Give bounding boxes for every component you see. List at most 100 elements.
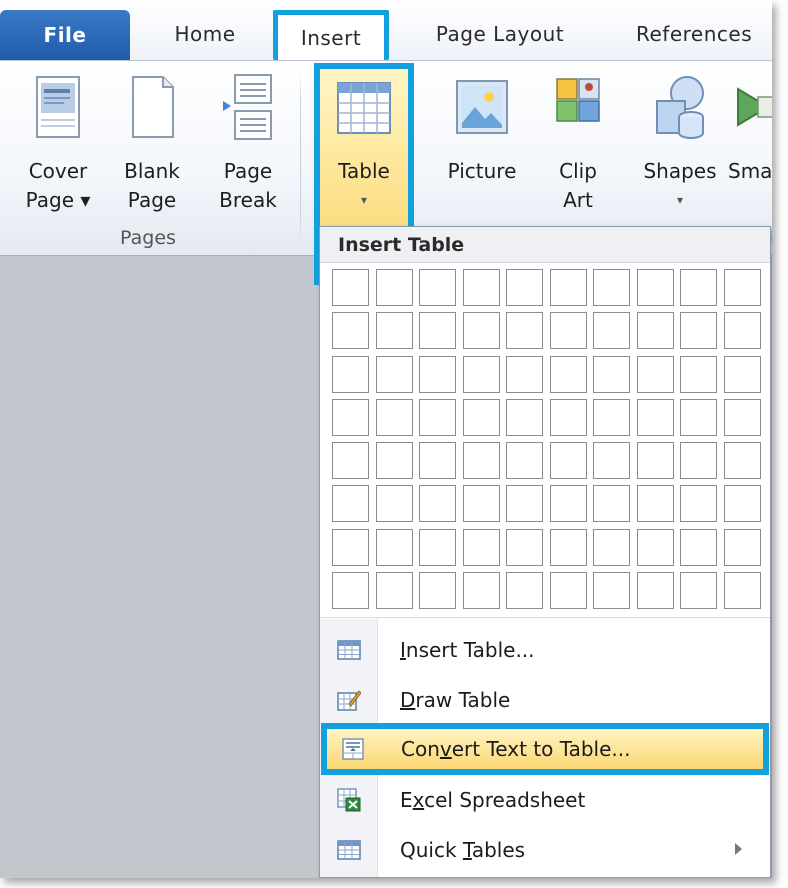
table-grid-cell[interactable] bbox=[462, 485, 500, 523]
table-grid-cell[interactable] bbox=[636, 528, 674, 566]
table-grid-cell[interactable] bbox=[723, 485, 761, 523]
menu-item-draw-table[interactable]: Draw Table bbox=[320, 675, 770, 725]
table-grid-cell[interactable] bbox=[375, 485, 413, 523]
table-grid-cell[interactable] bbox=[723, 442, 761, 480]
table-grid-cell[interactable] bbox=[375, 528, 413, 566]
table-grid-cell[interactable] bbox=[462, 398, 500, 436]
shapes-button[interactable]: Shapes ▾ bbox=[626, 73, 734, 215]
table-grid-cell[interactable] bbox=[593, 485, 630, 523]
table-grid-cell[interactable] bbox=[332, 269, 369, 306]
table-grid-cell[interactable] bbox=[332, 442, 369, 480]
table-grid-cell[interactable] bbox=[680, 398, 717, 436]
table-grid-cell[interactable] bbox=[723, 269, 761, 306]
tab-file[interactable]: File bbox=[0, 10, 130, 60]
table-grid-cell[interactable] bbox=[593, 528, 630, 566]
table-grid-cell[interactable] bbox=[462, 269, 500, 306]
table-grid-cell[interactable] bbox=[549, 312, 587, 350]
table-grid-cell[interactable] bbox=[506, 485, 543, 523]
table-grid-cell[interactable] bbox=[636, 442, 674, 480]
page-break-button[interactable]: Page Break bbox=[206, 73, 290, 215]
tab-page-layout[interactable]: Page Layout bbox=[410, 8, 590, 60]
table-grid-cell[interactable] bbox=[593, 442, 630, 480]
table-grid-cell[interactable] bbox=[680, 269, 717, 306]
table-grid-cell[interactable] bbox=[506, 398, 543, 436]
table-grid-cell[interactable] bbox=[375, 269, 413, 306]
table-grid-cell[interactable] bbox=[375, 312, 413, 350]
tab-home[interactable]: Home bbox=[150, 8, 260, 60]
table-grid-cell[interactable] bbox=[549, 442, 587, 480]
table-grid-cell[interactable] bbox=[723, 312, 761, 350]
table-grid-cell[interactable] bbox=[419, 442, 456, 480]
table-grid-cell[interactable] bbox=[332, 528, 369, 566]
table-grid-cell[interactable] bbox=[506, 269, 543, 306]
smartart-button[interactable]: Smar bbox=[728, 73, 772, 186]
table-grid-cell[interactable] bbox=[419, 485, 456, 523]
table-grid-cell[interactable] bbox=[723, 528, 761, 566]
picture-button[interactable]: Picture bbox=[432, 73, 532, 186]
table-grid-cell[interactable] bbox=[375, 572, 413, 610]
blank-page-button[interactable]: Blank Page bbox=[110, 73, 194, 215]
table-grid-cell[interactable] bbox=[549, 269, 587, 306]
table-grid-cell[interactable] bbox=[506, 442, 543, 480]
table-grid-cell[interactable] bbox=[462, 355, 500, 393]
table-grid-cell[interactable] bbox=[419, 355, 456, 393]
table-grid-cell[interactable] bbox=[636, 398, 674, 436]
table-grid-cell[interactable] bbox=[506, 312, 543, 350]
table-grid-cell[interactable] bbox=[680, 485, 717, 523]
table-grid-cell[interactable] bbox=[549, 398, 587, 436]
menu-item-excel-spreadsheet[interactable]: Excel Spreadsheet bbox=[320, 775, 770, 825]
table-grid-cell[interactable] bbox=[723, 398, 761, 436]
table-grid-cell[interactable] bbox=[636, 572, 674, 610]
table-grid-cell[interactable] bbox=[419, 572, 456, 610]
table-grid-cell[interactable] bbox=[549, 572, 587, 610]
table-grid-cell[interactable] bbox=[680, 528, 717, 566]
table-grid-cell[interactable] bbox=[680, 355, 717, 393]
table-grid-cell[interactable] bbox=[506, 572, 543, 610]
table-grid-cell[interactable] bbox=[636, 312, 674, 350]
table-grid-cell[interactable] bbox=[549, 528, 587, 566]
table-grid-cell[interactable] bbox=[680, 572, 717, 610]
table-grid-cell[interactable] bbox=[723, 355, 761, 393]
table-grid-cell[interactable] bbox=[332, 312, 369, 350]
cover-page-button[interactable]: Cover Page ▾ bbox=[16, 73, 100, 215]
table-grid-cell[interactable] bbox=[593, 355, 630, 393]
menu-item-insert-table[interactable]: Insert Table... bbox=[320, 625, 770, 675]
clip-art-button[interactable]: Clip Art bbox=[538, 73, 618, 215]
table-grid-cell[interactable] bbox=[680, 442, 717, 480]
table-grid-cell[interactable] bbox=[593, 572, 630, 610]
table-grid-cell[interactable] bbox=[636, 269, 674, 306]
table-grid-cell[interactable] bbox=[680, 312, 717, 350]
table-grid-cell[interactable] bbox=[332, 398, 369, 436]
table-grid-cell[interactable] bbox=[375, 442, 413, 480]
table-grid-cell[interactable] bbox=[375, 355, 413, 393]
table-grid-cell[interactable] bbox=[593, 312, 630, 350]
menu-item-quick-tables[interactable]: Quick Tables bbox=[320, 825, 770, 875]
table-grid-cell[interactable] bbox=[462, 528, 500, 566]
table-grid-cell[interactable] bbox=[593, 398, 630, 436]
table-grid-cell[interactable] bbox=[723, 572, 761, 610]
table-grid-cell[interactable] bbox=[419, 528, 456, 566]
table-grid-cell[interactable] bbox=[549, 485, 587, 523]
table-size-grid[interactable] bbox=[332, 269, 761, 610]
table-grid-cell[interactable] bbox=[506, 355, 543, 393]
table-grid-cell[interactable] bbox=[332, 355, 369, 393]
table-grid-cell[interactable] bbox=[593, 269, 630, 306]
table-grid-cell[interactable] bbox=[636, 485, 674, 523]
table-grid-cell[interactable] bbox=[332, 485, 369, 523]
table-grid-cell[interactable] bbox=[375, 398, 413, 436]
table-grid-cell[interactable] bbox=[636, 355, 674, 393]
table-grid-cell[interactable] bbox=[419, 398, 456, 436]
page-break-icon bbox=[219, 73, 277, 143]
table-grid-cell[interactable] bbox=[506, 528, 543, 566]
table-grid-cell[interactable] bbox=[462, 312, 500, 350]
table-grid-cell[interactable] bbox=[549, 355, 587, 393]
table-grid-cell[interactable] bbox=[462, 442, 500, 480]
table-grid-cell[interactable] bbox=[419, 312, 456, 350]
tab-references[interactable]: References bbox=[620, 8, 772, 60]
table-grid-cell[interactable] bbox=[332, 572, 369, 610]
menu-item-convert-text-to-table[interactable]: Convert Text to Table... bbox=[321, 723, 769, 775]
group-label-pages: Pages bbox=[120, 227, 176, 249]
tab-insert[interactable]: Insert bbox=[273, 10, 389, 60]
table-grid-cell[interactable] bbox=[419, 269, 456, 306]
table-grid-cell[interactable] bbox=[462, 572, 500, 610]
